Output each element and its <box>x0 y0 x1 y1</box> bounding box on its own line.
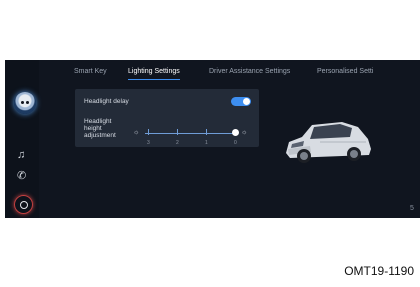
tick-label: 3 <box>147 140 150 146</box>
slider-tick <box>177 129 178 135</box>
tick-label: 1 <box>205 140 208 146</box>
slider-handle[interactable] <box>232 129 239 136</box>
headlight-delay-toggle[interactable] <box>231 97 251 106</box>
toggle-knob <box>243 98 250 105</box>
slider-tick <box>148 129 149 135</box>
tab-lighting-settings[interactable]: Lighting Settings <box>128 68 180 80</box>
slider-tick <box>206 129 207 135</box>
tab-personalised-settings[interactable]: Personalised Setti <box>317 68 373 75</box>
home-icon <box>19 200 28 209</box>
headlight-low-icon: ☼ <box>133 129 140 136</box>
headlight-height-label: Headlight height adjustment <box>84 118 116 139</box>
home-button[interactable] <box>14 195 33 214</box>
page-indicator: 5 <box>410 205 414 212</box>
tabs-fade <box>390 60 420 80</box>
headlight-high-icon: ☼ <box>241 129 248 136</box>
avatar-eye <box>26 101 29 104</box>
avatar-eye <box>21 101 24 104</box>
tab-smart-key[interactable]: Smart Key <box>74 68 107 75</box>
sidebar: ♫ ✆ <box>5 60 39 218</box>
tick-label: 2 <box>176 140 179 146</box>
headlight-delay-label: Headlight delay <box>84 98 129 105</box>
music-note-icon[interactable]: ♫ <box>17 150 25 161</box>
headlight-height-slider[interactable] <box>145 132 233 134</box>
tick-label: 0 <box>234 140 237 146</box>
phone-icon[interactable]: ✆ <box>17 171 26 182</box>
assistant-avatar-icon[interactable] <box>14 92 36 114</box>
lighting-settings-panel: Headlight delay Headlight height adjustm… <box>75 89 259 147</box>
tab-driver-assistance-settings[interactable]: Driver Assistance Settings <box>209 68 290 75</box>
figure-caption: OMT19-1190 <box>344 264 414 278</box>
infotainment-screen: ♫ ✆ Smart Key Lighting Settings Driver A… <box>5 60 420 218</box>
vehicle-image <box>286 122 371 163</box>
